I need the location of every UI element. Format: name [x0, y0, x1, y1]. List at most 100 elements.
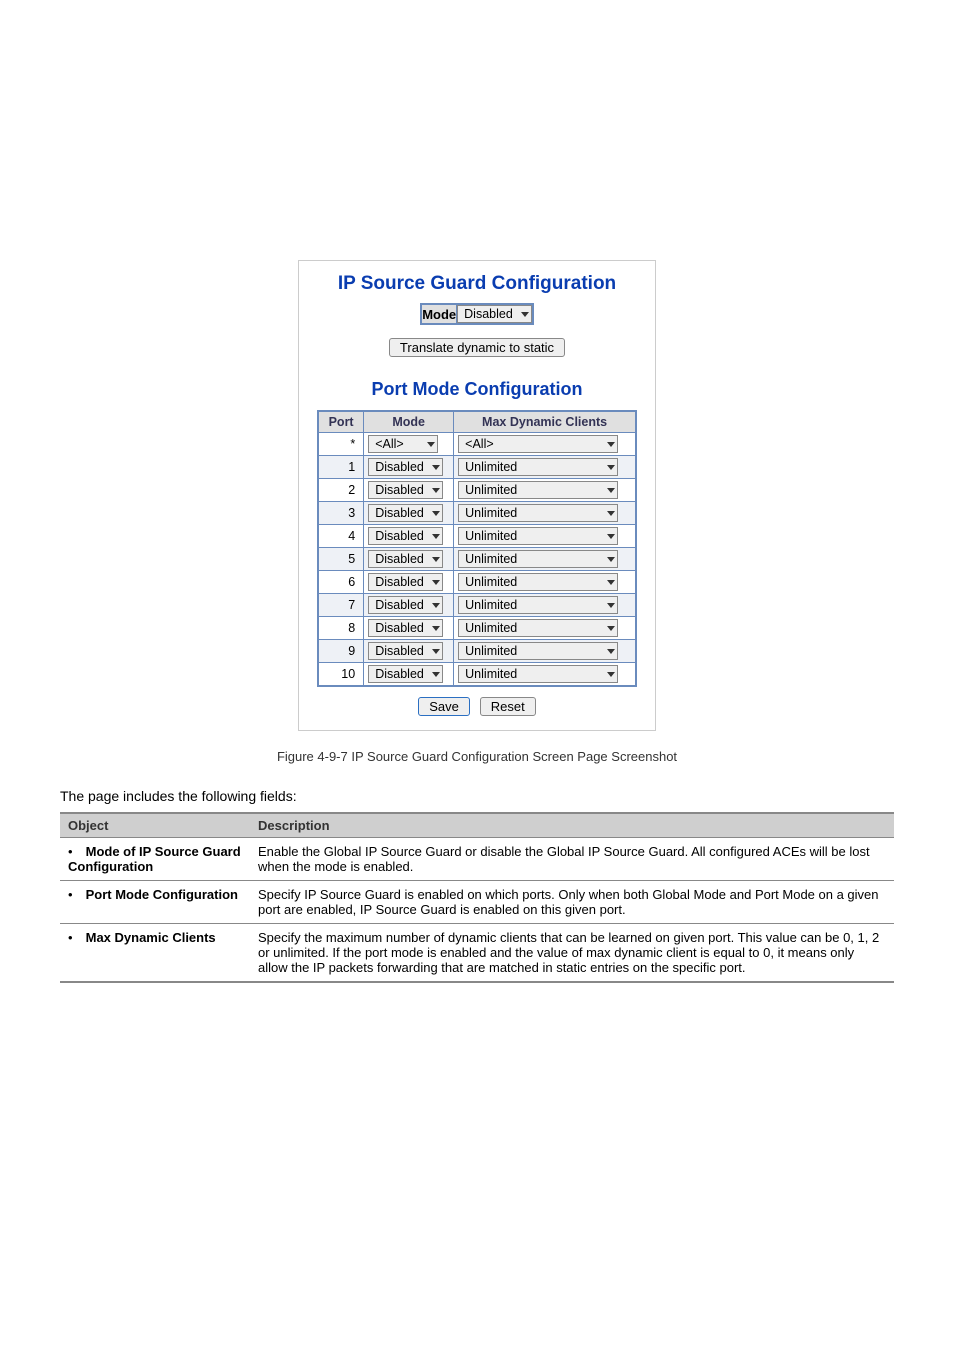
- chevron-down-icon: [607, 465, 615, 470]
- th-description: Description: [250, 813, 894, 838]
- max-clients-select[interactable]: Unlimited: [458, 596, 618, 614]
- figure-wrapper: IP Source Guard Configuration Mode Disab…: [60, 260, 894, 764]
- save-button[interactable]: Save: [418, 697, 470, 716]
- port-cell: 2: [318, 479, 364, 502]
- th-port: Port: [318, 411, 364, 433]
- chevron-down-icon: [607, 557, 615, 562]
- max-clients-select[interactable]: Unlimited: [458, 504, 618, 522]
- port-cell: *: [318, 433, 364, 456]
- port-mode-select[interactable]: Disabled: [368, 458, 443, 476]
- table-row: 2 Disabled Unlimited: [318, 479, 636, 502]
- desc-row: • Port Mode ConfigurationSpecify IP Sour…: [60, 881, 894, 924]
- table-row: 7Disabled Unlimited: [318, 594, 636, 617]
- table-row: 5Disabled Unlimited: [318, 548, 636, 571]
- port-mode-select[interactable]: Disabled: [368, 573, 443, 591]
- port-cell: 10: [318, 663, 364, 687]
- port-cell: 9: [318, 640, 364, 663]
- chevron-down-icon: [607, 534, 615, 539]
- port-mode-select[interactable]: Disabled: [368, 527, 443, 545]
- desc-intro: The page includes the following fields:: [60, 788, 894, 804]
- max-clients-select[interactable]: Unlimited: [458, 527, 618, 545]
- port-mode-value: Disabled: [375, 644, 424, 658]
- chevron-down-icon: [607, 511, 615, 516]
- mode-label: Mode: [421, 304, 456, 324]
- desc-object: • Mode of IP Source Guard Configuration: [60, 838, 250, 881]
- table-row: 4Disabled Unlimited: [318, 525, 636, 548]
- port-cell: 5: [318, 548, 364, 571]
- global-mode-table: Mode Disabled: [420, 303, 534, 325]
- port-mode-select[interactable]: Disabled: [368, 665, 443, 683]
- port-mode-value: Disabled: [375, 483, 424, 497]
- port-mode-title: Port Mode Configuration: [317, 379, 637, 400]
- th-mode: Mode: [364, 411, 454, 433]
- bullet-icon: •: [68, 930, 82, 945]
- max-clients-value: Unlimited: [465, 575, 517, 589]
- chevron-down-icon: [607, 488, 615, 493]
- max-clients-select[interactable]: Unlimited: [458, 619, 618, 637]
- chevron-down-icon: [432, 626, 440, 631]
- port-mode-select[interactable]: Disabled: [368, 481, 443, 499]
- table-row: 3DisabledUnlimited: [318, 502, 636, 525]
- chevron-down-icon: [607, 672, 615, 677]
- max-clients-value: Unlimited: [465, 598, 517, 612]
- port-cell: 7: [318, 594, 364, 617]
- max-clients-value: Unlimited: [465, 667, 517, 681]
- port-mode-select[interactable]: Disabled: [368, 504, 443, 522]
- table-row: 10 Disabled Unlimited: [318, 663, 636, 687]
- chevron-down-icon: [521, 312, 529, 317]
- port-mode-value: Disabled: [375, 575, 424, 589]
- port-mode-value: Disabled: [375, 667, 424, 681]
- port-mode-value: Disabled: [375, 460, 424, 474]
- chevron-down-icon: [432, 649, 440, 654]
- desc-object-label: Max Dynamic Clients: [82, 930, 216, 945]
- desc-object: • Max Dynamic Clients: [60, 924, 250, 983]
- port-mode-select[interactable]: Disabled: [368, 550, 443, 568]
- port-cell: 8: [318, 617, 364, 640]
- max-clients-select[interactable]: Unlimited: [458, 573, 618, 591]
- max-clients-value: Unlimited: [465, 506, 517, 520]
- port-mode-select[interactable]: Disabled: [368, 642, 443, 660]
- max-clients-select[interactable]: <All>: [458, 435, 618, 453]
- port-mode-select[interactable]: Disabled: [368, 596, 443, 614]
- figure-caption: Figure 4-9-7 IP Source Guard Configurati…: [60, 749, 894, 764]
- bullet-icon: •: [68, 844, 82, 859]
- table-row: 9 Disabled Unlimited: [318, 640, 636, 663]
- global-mode-select[interactable]: Disabled: [457, 305, 532, 323]
- port-mode-select[interactable]: Disabled: [368, 619, 443, 637]
- max-clients-select[interactable]: Unlimited: [458, 458, 618, 476]
- desc-object: • Port Mode Configuration: [60, 881, 250, 924]
- chevron-down-icon: [607, 649, 615, 654]
- chevron-down-icon: [427, 442, 435, 447]
- max-clients-value: Unlimited: [465, 460, 517, 474]
- desc-text: Specify IP Source Guard is enabled on wh…: [250, 881, 894, 924]
- desc-object-label: Mode of IP Source Guard Configuration: [68, 844, 241, 874]
- reset-button[interactable]: Reset: [480, 697, 536, 716]
- port-cell: 6: [318, 571, 364, 594]
- max-clients-select[interactable]: Unlimited: [458, 550, 618, 568]
- chevron-down-icon: [607, 626, 615, 631]
- table-row: 6 Disabled Unlimited: [318, 571, 636, 594]
- port-mode-table: Port Mode Max Dynamic Clients *<All><All…: [317, 410, 637, 687]
- max-clients-select[interactable]: Unlimited: [458, 665, 618, 683]
- port-cell: 4: [318, 525, 364, 548]
- max-clients-value: Unlimited: [465, 621, 517, 635]
- table-row: 8Disabled Unlimited: [318, 617, 636, 640]
- max-clients-value: Unlimited: [465, 552, 517, 566]
- port-mode-value: <All>: [375, 437, 404, 451]
- port-mode-value: Disabled: [375, 506, 424, 520]
- desc-text: Enable the Global IP Source Guard or dis…: [250, 838, 894, 881]
- chevron-down-icon: [432, 465, 440, 470]
- translate-dynamic-button[interactable]: Translate dynamic to static: [389, 338, 565, 357]
- port-cell: 1: [318, 456, 364, 479]
- max-clients-select[interactable]: Unlimited: [458, 481, 618, 499]
- global-mode-value: Disabled: [464, 307, 513, 321]
- config-panel: IP Source Guard Configuration Mode Disab…: [298, 260, 656, 731]
- desc-row: • Mode of IP Source Guard ConfigurationE…: [60, 838, 894, 881]
- port-mode-select[interactable]: <All>: [368, 435, 438, 453]
- chevron-down-icon: [432, 603, 440, 608]
- desc-row: • Max Dynamic ClientsSpecify the maximum…: [60, 924, 894, 983]
- chevron-down-icon: [432, 511, 440, 516]
- max-clients-select[interactable]: Unlimited: [458, 642, 618, 660]
- chevron-down-icon: [607, 442, 615, 447]
- bullet-icon: •: [68, 887, 82, 902]
